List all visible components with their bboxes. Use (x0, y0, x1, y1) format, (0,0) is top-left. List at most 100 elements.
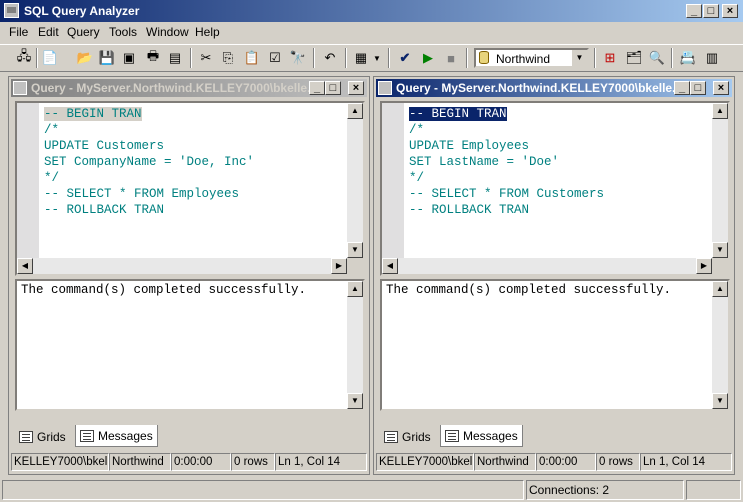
save-icon[interactable]: 💾 (97, 48, 117, 68)
status-cursor-position: Ln 1, Col 14 (640, 453, 732, 471)
results-message: The command(s) completed successfully. (21, 283, 307, 297)
save-all-icon[interactable]: ▣ (119, 48, 139, 68)
results-pane[interactable]: The command(s) completed successfully. ▲… (15, 279, 365, 411)
clear-window-icon[interactable]: ☑ (265, 48, 285, 68)
app-title-bar: SQL Query Analyzer _ □ × (0, 0, 743, 22)
connect-icon[interactable]: 🖧 (14, 48, 34, 68)
editor-vertical-scrollbar[interactable]: ▲ ▼ (712, 103, 728, 258)
grid-icon (19, 431, 33, 443)
query-window-title-bar: Query - MyServer.Northwind.KELLEY7000\bk… (376, 79, 732, 97)
find-icon[interactable]: 🔭 (288, 48, 308, 68)
open-icon[interactable]: 📂 (75, 48, 95, 68)
minimize-button[interactable]: _ (309, 81, 325, 95)
scroll-up-icon[interactable]: ▲ (347, 281, 363, 297)
database-select-value: Northwind (496, 52, 551, 66)
menu-edit[interactable]: Edit (38, 25, 59, 39)
tab-grids[interactable]: Grids (380, 427, 435, 447)
menu-file[interactable]: File (9, 25, 28, 39)
close-button[interactable]: × (713, 81, 729, 95)
results-mode-dropdown-icon[interactable]: ▼ (372, 48, 382, 68)
chevron-down-icon[interactable]: ▼ (571, 50, 587, 66)
tab-messages-label: Messages (463, 428, 518, 443)
scroll-up-icon[interactable]: ▲ (347, 103, 363, 119)
status-user: KELLEY7000\bkelley (376, 453, 474, 471)
scroll-up-icon[interactable]: ▲ (712, 103, 728, 119)
object-search-icon[interactable]: 🔍 (647, 48, 667, 68)
maximize-button[interactable]: □ (325, 81, 341, 95)
scroll-down-icon[interactable]: ▼ (712, 393, 728, 409)
status-elapsed-time: 0:00:00 (536, 453, 596, 471)
query-window-title: Query - MyServer.Northwind.KELLEY7000\bk… (396, 81, 683, 95)
scroll-right-icon[interactable]: ▶ (696, 258, 712, 274)
execute-query-icon[interactable]: ▶ (418, 48, 438, 68)
menu-query[interactable]: Query (67, 25, 100, 39)
paste-icon[interactable]: 📋 (242, 48, 262, 68)
code-line-selected: -- BEGIN TRAN (409, 107, 507, 121)
code-line: -- SELECT * FROM Customers (409, 187, 605, 201)
query-window-icon (13, 81, 27, 95)
code-line: -- ROLLBACK TRAN (409, 203, 530, 217)
toolbar-separator (466, 48, 468, 68)
results-vertical-scrollbar[interactable]: ▲ ▼ (712, 281, 728, 409)
insert-template-icon[interactable]: ▤ (165, 48, 185, 68)
results-mode-icon[interactable]: ▦ (351, 48, 371, 68)
menu-tools[interactable]: Tools (109, 25, 137, 39)
query-text[interactable]: -- BEGIN TRAN /* UPDATE Employees SET La… (409, 106, 604, 218)
cut-icon[interactable]: ✂ (196, 48, 216, 68)
tab-messages-label: Messages (98, 428, 153, 443)
messages-icon (445, 429, 459, 442)
print-icon[interactable]: 🖶 (143, 48, 163, 68)
editor-horizontal-scrollbar[interactable]: ◀ ▶ (382, 258, 712, 274)
editor-horizontal-scrollbar[interactable]: ◀ ▶ (17, 258, 347, 274)
toolbar-separator (345, 48, 347, 68)
object-browser-icon[interactable]: 🗂 (624, 48, 644, 68)
code-line: UPDATE Employees (409, 139, 530, 153)
scrollbar-corner (347, 258, 363, 274)
maximize-button[interactable]: □ (703, 4, 719, 18)
results-message: The command(s) completed successfully. (386, 283, 672, 297)
execution-plan-icon[interactable]: ⊞ (600, 48, 620, 68)
query-window-title-bar: Query - MyServer.Northwind.KELLEY7000\bk… (11, 79, 367, 97)
close-button[interactable]: × (348, 81, 364, 95)
query-window-2[interactable]: Query - MyServer.Northwind.KELLEY7000\bk… (373, 76, 735, 475)
code-line: /* (409, 123, 425, 137)
minimize-button[interactable]: _ (674, 81, 690, 95)
scroll-down-icon[interactable]: ▼ (347, 393, 363, 409)
status-rows: 0 rows (596, 453, 640, 471)
query-editor[interactable]: -- BEGIN TRAN /* UPDATE Customers SET Co… (15, 101, 365, 276)
query-editor[interactable]: -- BEGIN TRAN /* UPDATE Employees SET La… (380, 101, 730, 276)
scroll-down-icon[interactable]: ▼ (347, 242, 363, 258)
minimize-button[interactable]: _ (686, 4, 702, 18)
tab-messages[interactable]: Messages (440, 425, 523, 447)
query-text[interactable]: -- BEGIN TRAN /* UPDATE Customers SET Co… (44, 106, 254, 218)
show-results-pane-icon[interactable]: ▥ (702, 48, 722, 68)
scroll-right-icon[interactable]: ▶ (331, 258, 347, 274)
toolbar-separator (671, 48, 673, 68)
parse-query-icon[interactable]: ✔ (395, 48, 415, 68)
database-select[interactable]: Northwind ▼ (474, 48, 589, 68)
copy-icon[interactable]: ⎘ (218, 48, 238, 68)
undo-icon[interactable]: ↶ (320, 48, 340, 68)
app-status-bar: Connections: 2 (0, 478, 743, 502)
results-vertical-scrollbar[interactable]: ▲ ▼ (347, 281, 363, 409)
query-window-icon (378, 81, 392, 95)
status-extra-cell (686, 480, 741, 500)
cancel-query-icon[interactable]: ■ (441, 48, 461, 68)
query-window-1[interactable]: Query - MyServer.Northwind.KELLEY7000\bk… (8, 76, 370, 475)
status-elapsed-time: 0:00:00 (171, 453, 231, 471)
new-query-icon[interactable]: 📄 (40, 48, 60, 68)
menu-window[interactable]: Window (146, 25, 189, 39)
maximize-button[interactable]: □ (690, 81, 706, 95)
results-pane[interactable]: The command(s) completed successfully. ▲… (380, 279, 730, 411)
close-button[interactable]: × (722, 4, 738, 18)
current-connection-properties-icon[interactable]: 📇 (678, 48, 698, 68)
tab-messages[interactable]: Messages (75, 425, 158, 447)
scroll-left-icon[interactable]: ◀ (382, 258, 398, 274)
menu-help[interactable]: Help (195, 25, 220, 39)
tab-grids[interactable]: Grids (15, 427, 70, 447)
scroll-left-icon[interactable]: ◀ (17, 258, 33, 274)
scroll-down-icon[interactable]: ▼ (712, 242, 728, 258)
editor-vertical-scrollbar[interactable]: ▲ ▼ (347, 103, 363, 258)
scroll-up-icon[interactable]: ▲ (712, 281, 728, 297)
toolbar-separator (594, 48, 596, 68)
